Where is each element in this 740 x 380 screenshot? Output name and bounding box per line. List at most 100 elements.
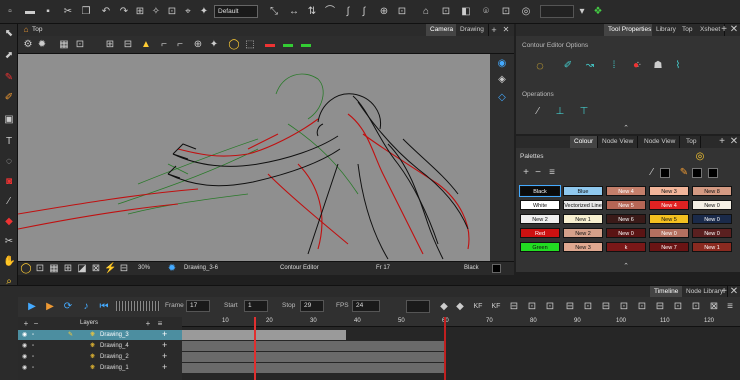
tab-top[interactable]: Top bbox=[678, 24, 698, 36]
breadcrumb[interactable]: Top bbox=[32, 26, 42, 33]
exposure-bar[interactable] bbox=[182, 341, 444, 351]
extend-icon[interactable]: ⊡ bbox=[544, 301, 556, 313]
colour-swatch[interactable]: New 0 bbox=[606, 228, 646, 238]
brush-icon[interactable]: ✎ bbox=[3, 72, 15, 84]
spline-icon[interactable]: ∫ bbox=[358, 6, 370, 18]
stroke-option-icon[interactable]: ☗ bbox=[652, 60, 664, 72]
flash-icon[interactable]: ⚡ bbox=[104, 263, 116, 275]
visibility-icon[interactable]: ◉ bbox=[22, 363, 27, 373]
fit-icon[interactable]: ⊠ bbox=[90, 263, 102, 275]
flatten-icon[interactable]: ▬ bbox=[264, 39, 276, 51]
scene-end-marker[interactable] bbox=[444, 317, 446, 380]
line-colour-chip[interactable] bbox=[692, 168, 702, 178]
exposure-bar[interactable] bbox=[182, 330, 346, 340]
layer-name[interactable]: Drawing_3 bbox=[100, 330, 129, 340]
points-option-icon[interactable]: ⁞ bbox=[608, 60, 620, 72]
camera-mask-icon[interactable]: ⊟ bbox=[118, 263, 130, 275]
expand-layer-icon[interactable]: + bbox=[162, 340, 167, 350]
colour-swatch[interactable]: Green bbox=[520, 242, 560, 252]
loop-icon[interactable]: ⟳ bbox=[62, 301, 74, 313]
colour-swatch[interactable]: New 4 bbox=[649, 200, 689, 210]
text-icon[interactable]: T bbox=[3, 136, 15, 148]
flip-v-icon[interactable]: ⊟ bbox=[122, 39, 134, 51]
tool-e-icon[interactable]: ✦ bbox=[198, 6, 210, 18]
drawing-sub-icon[interactable]: ⊡ bbox=[636, 301, 648, 313]
stop-field[interactable]: 29 bbox=[300, 300, 324, 312]
render-preview-icon[interactable]: ◉ bbox=[496, 58, 508, 70]
flip-h-icon[interactable]: ⊞ bbox=[104, 39, 116, 51]
distribute-op-icon[interactable]: ⊤ bbox=[578, 106, 590, 118]
open-folder-icon[interactable]: ▬ bbox=[24, 6, 36, 18]
hold-icon[interactable]: ⊟ bbox=[508, 301, 520, 313]
pencil-icon[interactable]: ✐ bbox=[3, 92, 15, 104]
peg-icon[interactable]: ⌾ bbox=[480, 6, 492, 18]
reset-icon[interactable]: ⌂ bbox=[420, 6, 432, 18]
convert-icon[interactable]: ⁄ bbox=[532, 106, 544, 118]
layer-row[interactable]: ◉ ▫ ❋ Drawing_1 + bbox=[18, 362, 182, 373]
bulb-status-icon[interactable]: ◯ bbox=[20, 263, 32, 275]
tool-d-icon[interactable]: ⌖ bbox=[182, 6, 194, 18]
collapse-up-2-icon[interactable]: ⌃ bbox=[620, 261, 632, 273]
start-field[interactable]: 1 bbox=[244, 300, 268, 312]
colour-swatch[interactable]: New 6 bbox=[606, 214, 646, 224]
paint-icon[interactable]: ◙ bbox=[3, 176, 15, 188]
transform-icon[interactable]: ⤡ bbox=[268, 6, 280, 18]
timeline-frames[interactable]: 10 20 30 40 50 60 70 80 90 100 110 120 bbox=[182, 317, 740, 380]
expand-layer-icon[interactable]: + bbox=[162, 351, 167, 361]
palettes-label[interactable]: Palettes bbox=[520, 153, 544, 160]
colour-swatch[interactable]: New 8 bbox=[692, 186, 732, 196]
colour-swatch[interactable]: New 2 bbox=[563, 228, 603, 238]
align-icon[interactable]: ⊡ bbox=[396, 6, 408, 18]
visibility-icon[interactable]: ◉ bbox=[22, 330, 27, 340]
colour-swatch[interactable]: Vectorized Line bbox=[563, 200, 603, 210]
picker-icon[interactable]: ⁄ bbox=[646, 167, 658, 179]
cut-icon[interactable]: ✂ bbox=[62, 6, 74, 18]
zoom-field[interactable] bbox=[540, 5, 574, 18]
colour-swatch[interactable]: New 0 bbox=[692, 228, 732, 238]
tab-node-view[interactable]: Node View bbox=[598, 136, 639, 148]
snap-grid-icon[interactable]: ⊕ bbox=[192, 39, 204, 51]
lock-layer-icon[interactable]: ▫ bbox=[32, 341, 34, 351]
play-sound-icon[interactable]: ▶ bbox=[44, 301, 56, 313]
snap-icon[interactable]: ⊡ bbox=[500, 6, 512, 18]
grid-icon[interactable]: ▦ bbox=[58, 39, 70, 51]
visibility-icon[interactable]: ◉ bbox=[22, 341, 27, 351]
palette-brush-icon[interactable]: ◎ bbox=[694, 151, 706, 163]
colour-swatch[interactable]: Blue bbox=[563, 186, 603, 196]
keyframe-icon[interactable]: ◆ bbox=[454, 301, 466, 313]
align-op-icon[interactable]: ⊥ bbox=[554, 106, 566, 118]
layer-row[interactable]: ◉ ▫ ❋ Drawing_2 + bbox=[18, 351, 182, 362]
workspace-select[interactable]: Default bbox=[214, 5, 258, 18]
grid-status-icon[interactable]: ▦ bbox=[48, 263, 60, 275]
colour-menu-icon[interactable]: ≡ bbox=[546, 167, 558, 179]
tab-drawing[interactable]: Drawing bbox=[456, 24, 489, 36]
new-icon[interactable]: ▫ bbox=[4, 6, 16, 18]
tint-icon[interactable]: ✎ bbox=[678, 167, 690, 179]
add-view-icon[interactable]: + bbox=[488, 24, 500, 36]
tab-tool-properties[interactable]: Tool Properties bbox=[604, 24, 657, 36]
colour-swatch[interactable]: New 5 bbox=[649, 214, 689, 224]
stroke-icon[interactable]: ◆ bbox=[3, 216, 15, 228]
close-view-icon[interactable]: ✕ bbox=[500, 24, 512, 36]
tool-b-icon[interactable]: ✧ bbox=[150, 6, 162, 18]
colour-swatch[interactable]: New 3 bbox=[649, 186, 689, 196]
safe-area-icon[interactable]: ⊞ bbox=[62, 263, 74, 275]
light-table-icon[interactable]: ⊡ bbox=[74, 39, 86, 51]
undo-icon[interactable]: ↶ bbox=[100, 6, 112, 18]
ease-icon[interactable]: ⊡ bbox=[526, 301, 538, 313]
colour-swatch[interactable]: New 1 bbox=[692, 242, 732, 252]
edit-layer-icon[interactable]: ✎ bbox=[68, 330, 73, 340]
smoothing-icon[interactable]: ✦ bbox=[208, 39, 220, 51]
reverse-icon[interactable]: ⊡ bbox=[672, 301, 684, 313]
colour-swatch[interactable]: New 0 bbox=[692, 214, 732, 224]
timeline-menu-icon[interactable]: ≡ bbox=[724, 301, 736, 313]
perspective-icon[interactable]: ◇ bbox=[496, 92, 508, 104]
line-icon[interactable]: ▬ bbox=[282, 39, 294, 51]
duplicate-icon[interactable]: ⊡ bbox=[618, 301, 630, 313]
expand-layer-icon[interactable]: + bbox=[162, 329, 167, 339]
layer-name[interactable]: Drawing_2 bbox=[100, 352, 129, 362]
dropdown-arrow-icon[interactable]: ▾ bbox=[576, 6, 588, 18]
nudge-icon[interactable]: ⇅ bbox=[306, 6, 318, 18]
zoom-level[interactable]: 30% bbox=[138, 265, 150, 271]
auto-close-icon[interactable]: ⌐ bbox=[158, 39, 170, 51]
